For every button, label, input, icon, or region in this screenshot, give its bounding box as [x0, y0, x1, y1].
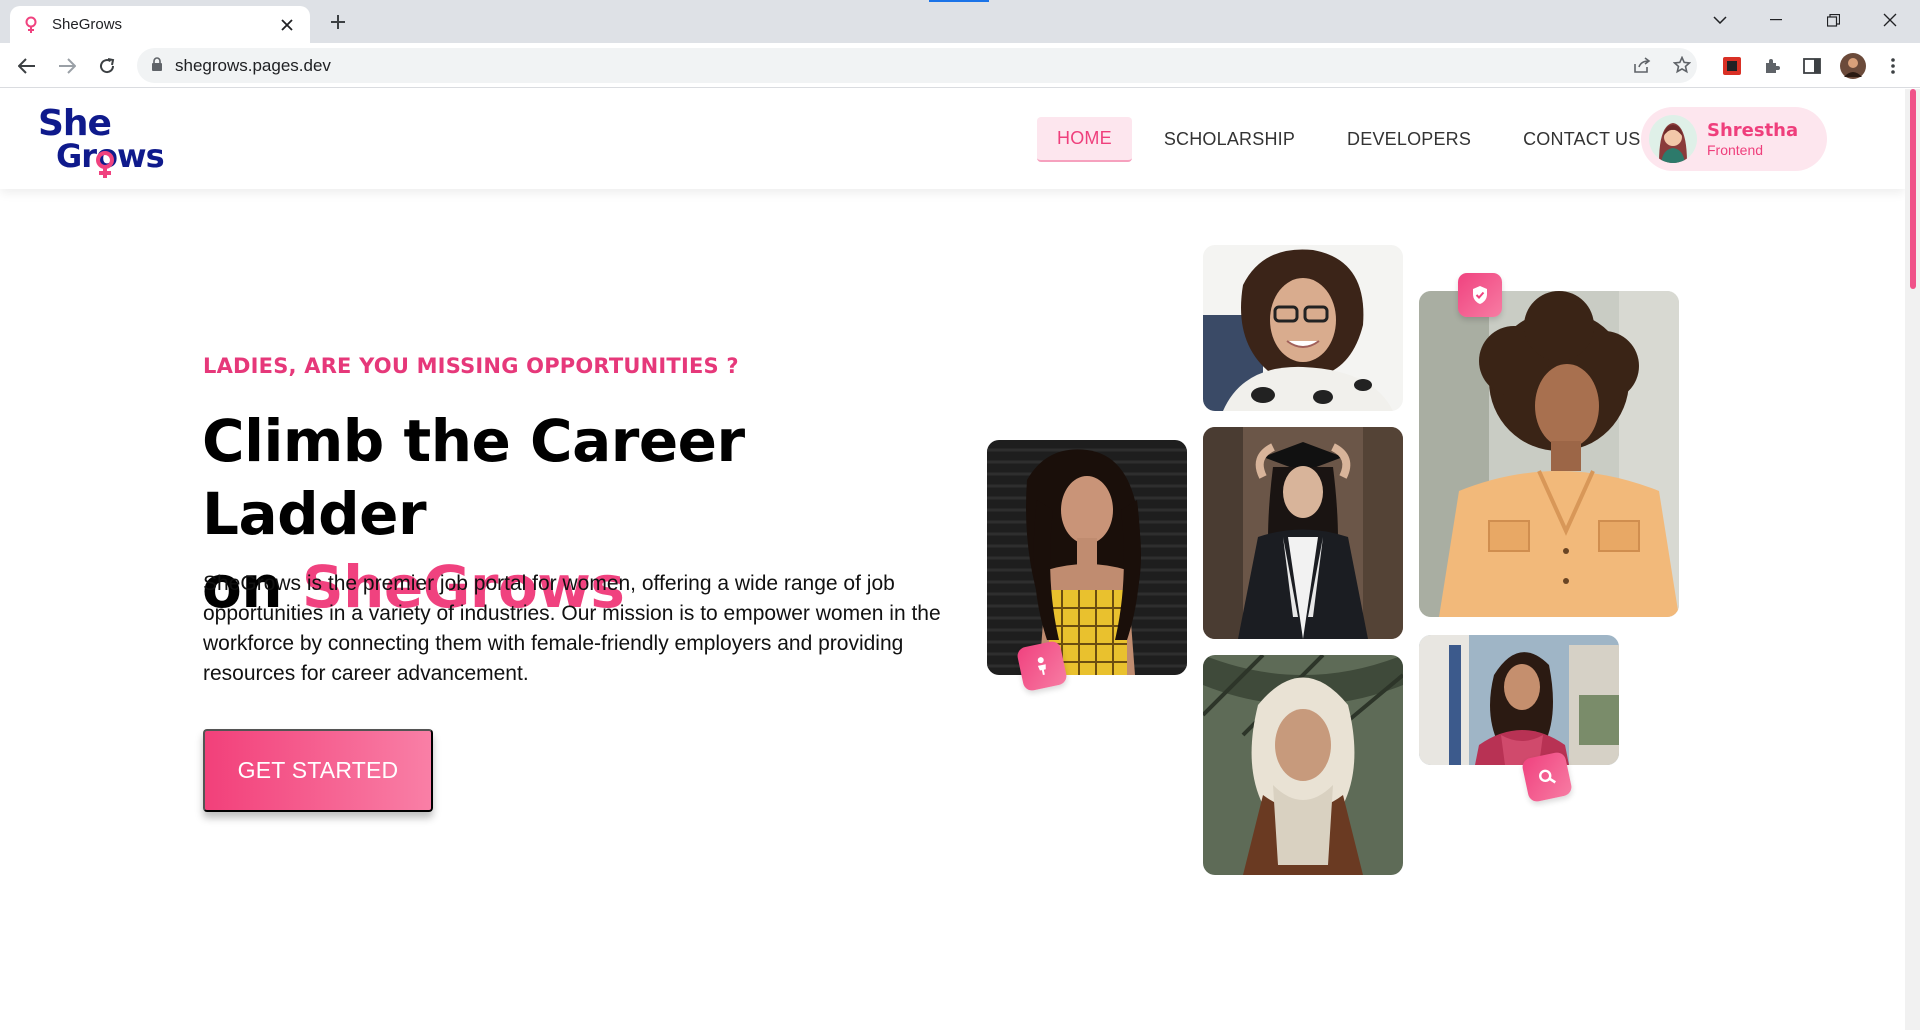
photo-woman-hijab — [1203, 655, 1403, 875]
hero-description: SheGrows is the premier job portal for w… — [203, 572, 941, 685]
lock-icon[interactable] — [151, 56, 163, 75]
bookmark-star-icon[interactable] — [1667, 50, 1697, 80]
photo-woman-graduation — [1203, 427, 1403, 639]
scrollbar-thumb[interactable] — [1910, 89, 1916, 289]
profile-text: Shrestha Frontend — [1707, 120, 1798, 158]
hero-eyebrow: LADIES, ARE YOU MISSING OPPORTUNITIES ? — [203, 354, 739, 378]
person-badge-icon — [1015, 639, 1069, 693]
more-menu-icon[interactable] — [1878, 51, 1908, 81]
restore-window-icon[interactable] — [1805, 0, 1861, 40]
tab-search-chevron-icon[interactable] — [1692, 0, 1748, 40]
photo-woman-street — [1419, 635, 1619, 765]
profile-name: Shrestha — [1707, 120, 1799, 141]
shegrows-logo[interactable]: She Grows — [38, 103, 165, 183]
get-started-button[interactable]: GET STARTED — [203, 729, 433, 812]
web-page: She Grows HOME SCHOLARSHIP DEVELOPERS CO… — [0, 89, 1905, 1030]
share-icon[interactable] — [1627, 50, 1657, 80]
nav-contact-us[interactable]: CONTACT US — [1503, 117, 1660, 162]
browser-toolbar: shegrows.pages.dev — [0, 43, 1920, 88]
page-scrollbar[interactable] — [1905, 89, 1920, 1030]
reload-icon[interactable] — [92, 51, 122, 81]
url-text[interactable]: shegrows.pages.dev — [175, 56, 331, 76]
profile-role: Frontend — [1707, 142, 1764, 158]
venus-favicon-icon — [22, 16, 40, 34]
extensions-puzzle-icon[interactable] — [1757, 51, 1787, 81]
venus-symbol-icon — [94, 151, 116, 183]
photo-woman-glasses-smiling — [1203, 245, 1403, 411]
site-header: She Grows HOME SCHOLARSHIP DEVELOPERS CO… — [0, 89, 1905, 189]
profile-avatar-icon[interactable] — [1838, 51, 1868, 81]
new-tab-button[interactable] — [324, 8, 352, 36]
close-window-icon[interactable] — [1862, 0, 1918, 40]
tab-title: SheGrows — [52, 16, 123, 33]
tab-strip-indicator — [929, 0, 989, 2]
browser-tab-bar: SheGrows — [0, 0, 1920, 43]
search-badge-icon — [1520, 750, 1574, 804]
nav-developers[interactable]: DEVELOPERS — [1327, 117, 1491, 162]
main-nav: HOME SCHOLARSHIP DEVELOPERS CONTACT US — [1037, 115, 1672, 163]
nav-scholarship[interactable]: SCHOLARSHIP — [1144, 117, 1315, 162]
side-panel-icon[interactable] — [1797, 51, 1827, 81]
photo-woman-yellow-top — [987, 440, 1187, 675]
address-bar[interactable]: shegrows.pages.dev — [137, 48, 1697, 83]
user-profile-chip[interactable]: Shrestha Frontend — [1641, 107, 1827, 171]
photo-woman-curly-hair — [1419, 291, 1679, 617]
forward-arrow-icon[interactable] — [52, 51, 82, 81]
extension-red-icon[interactable] — [1717, 51, 1747, 81]
hero-title-line1: Climb the Career Ladder — [202, 407, 745, 548]
minimize-window-icon[interactable] — [1748, 0, 1804, 40]
nav-home[interactable]: HOME — [1037, 116, 1132, 162]
close-tab-icon[interactable] — [276, 14, 298, 36]
user-avatar — [1649, 115, 1697, 163]
browser-tab[interactable]: SheGrows — [10, 6, 310, 43]
back-arrow-icon[interactable] — [12, 51, 42, 81]
shield-check-badge-icon — [1458, 273, 1502, 317]
